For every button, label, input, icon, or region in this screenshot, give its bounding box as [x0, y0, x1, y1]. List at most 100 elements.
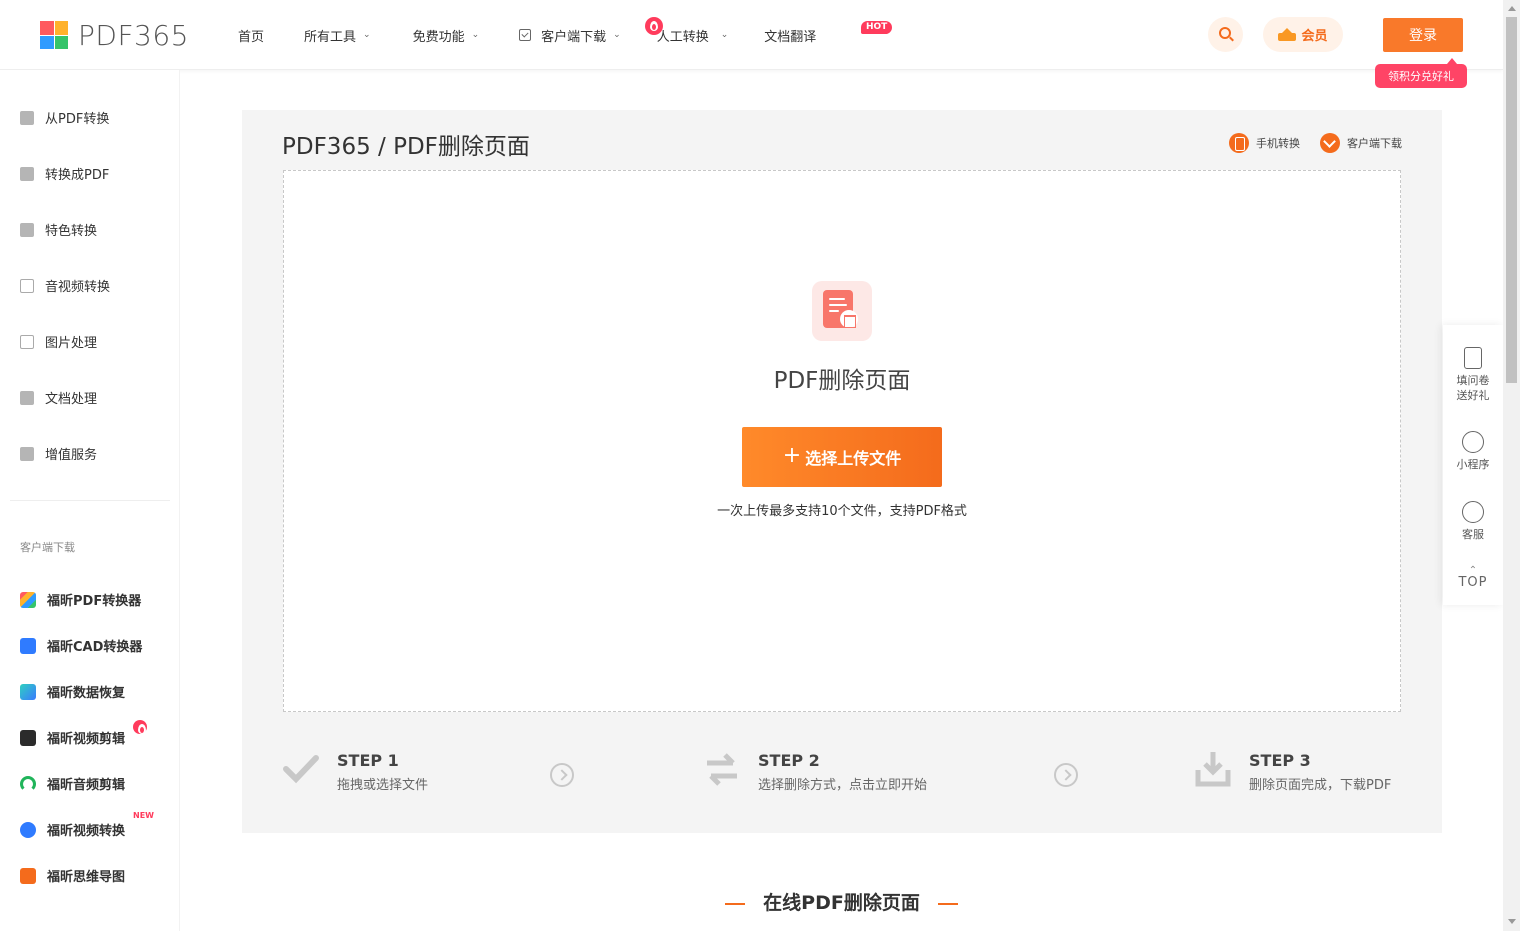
download-icon	[519, 29, 532, 41]
image-icon	[20, 334, 34, 349]
pdf-delete-page-icon	[812, 281, 872, 341]
survey-button[interactable]: 填问卷 送好礼	[1443, 347, 1503, 403]
main-nav: 首页 所有工具 ⌄ 免费功能 ⌄ 客户端下载 ⌄ 人工转换 ⌄ 文档翻译	[238, 0, 816, 70]
login-button[interactable]: 登录	[1383, 18, 1463, 52]
back-to-top-button[interactable]: ⌃ TOP	[1443, 566, 1503, 591]
scroll-up-arrow-icon[interactable]	[1508, 6, 1516, 11]
file-convert-icon	[20, 166, 34, 181]
hot-badge: HOT	[861, 21, 893, 34]
plus-icon: +	[782, 443, 802, 468]
sidebar-item-value-added[interactable]: 增值服务	[20, 444, 97, 463]
app-label: 福昕数据恢复	[47, 686, 126, 701]
nav-manual-convert[interactable]: 人工转换 ⌄	[657, 26, 729, 45]
download-tray-icon	[1194, 750, 1232, 788]
nav-doc-translate-label: 文档翻译	[764, 29, 817, 45]
section-title: 在线PDF删除页面	[0, 888, 1520, 915]
logo-mark-icon	[40, 21, 68, 49]
sidebar-item-image[interactable]: 图片处理	[20, 332, 97, 351]
download-icon	[1320, 133, 1340, 153]
chevron-down-icon: ⌄	[613, 30, 621, 40]
scroll-down-arrow-icon[interactable]	[1508, 919, 1516, 924]
app-pdf-converter[interactable]: 福昕PDF转换器	[20, 590, 141, 609]
step-desc: 选择删除方式，点击立即开始	[758, 778, 928, 793]
miniapp-button[interactable]: 小程序	[1443, 431, 1503, 472]
video-editor-icon	[20, 729, 36, 746]
miniapp-icon	[1462, 431, 1484, 453]
document-icon	[20, 390, 34, 405]
nav-all-tools-label: 所有工具	[304, 29, 357, 45]
sidebar-item-label: 增值服务	[45, 448, 98, 463]
nav-client-download[interactable]: 客户端下载 ⌄	[519, 26, 621, 45]
sidebar-item-label: 转换成PDF	[45, 168, 110, 183]
arrow-right-icon	[550, 763, 574, 787]
app-label: 福昕CAD转换器	[47, 640, 143, 655]
sidebar-download-caption: 客户端下载	[20, 541, 75, 554]
hot-flame-icon	[133, 720, 147, 734]
list-icon	[20, 446, 34, 461]
crown-icon	[1278, 28, 1297, 41]
app-label: 福昕PDF转换器	[47, 594, 142, 609]
chevron-down-icon: ⌄	[720, 30, 729, 40]
sidebar-item-label: 文档处理	[45, 392, 98, 407]
new-badge: NEW	[133, 811, 154, 820]
cad-converter-icon	[20, 637, 36, 654]
app-video-editor[interactable]: 福昕视频剪辑	[20, 728, 125, 747]
sidebar-item-featured[interactable]: 特色转换	[20, 220, 97, 239]
app-cad-converter[interactable]: 福昕CAD转换器	[20, 636, 142, 655]
logo[interactable]: PDF365	[40, 18, 189, 52]
nav-doc-translate[interactable]: 文档翻译	[764, 26, 816, 45]
nav-home-label: 首页	[238, 29, 265, 45]
survey-icon	[1464, 347, 1482, 369]
data-recovery-icon	[20, 683, 36, 700]
customer-service-button[interactable]: 客服	[1443, 501, 1503, 542]
upload-dropzone[interactable]: PDF删除页面 + 选择上传文件 一次上传最多支持10个文件，支持PDF格式	[283, 170, 1401, 712]
login-promo-tooltip[interactable]: 领积分兑好礼	[1375, 58, 1467, 88]
sidebar-item-audio-video[interactable]: 音视频转换	[20, 276, 110, 295]
chevron-down-icon: ⌄	[471, 30, 480, 40]
top-label: TOP	[1458, 575, 1488, 590]
upload-button-label: 选择上传文件	[805, 449, 902, 468]
app-video-converter[interactable]: 福昕视频转换	[20, 820, 125, 839]
file-convert-icon	[20, 110, 34, 125]
scroll-thumb[interactable]	[1506, 17, 1517, 383]
nav-client-download-label: 客户端下载	[541, 29, 607, 45]
nav-free-features[interactable]: 免费功能 ⌄	[413, 26, 480, 45]
logo-text: PDF365	[78, 18, 189, 52]
sidebar: 从PDF转换 转换成PDF 特色转换 音视频转换 图片处理 文档处理 增值服务 …	[0, 70, 180, 931]
arrow-right-icon	[1054, 763, 1078, 787]
upload-hint: 一次上传最多支持10个文件，支持PDF格式	[717, 504, 967, 519]
vip-label: 会员	[1301, 29, 1328, 44]
select-upload-file-button[interactable]: + 选择上传文件	[742, 427, 942, 487]
floating-toolbar: 填问卷 送好礼 小程序 客服 ⌃ TOP	[1443, 325, 1503, 605]
audio-editor-icon	[20, 775, 36, 792]
sidebar-item-to-pdf[interactable]: 转换成PDF	[20, 164, 109, 183]
pdf-converter-icon	[20, 591, 36, 608]
app-data-recovery[interactable]: 福昕数据恢复	[20, 682, 125, 701]
mobile-convert-link[interactable]: 手机转换	[1256, 135, 1300, 151]
nav-home[interactable]: 首页	[238, 26, 264, 45]
mindmap-icon	[20, 867, 36, 884]
mobile-icon	[1229, 133, 1249, 153]
step-3: STEP 3 删除页面完成，下载PDF	[1194, 750, 1391, 793]
nav-free-features-label: 免费功能	[412, 29, 465, 45]
page-title: PDF365 / PDF删除页面	[282, 134, 530, 160]
main-panel: PDF365 / PDF删除页面 手机转换 客户端下载 PDF删除页面 + 选择…	[242, 110, 1442, 833]
client-download-link[interactable]: 客户端下载	[1347, 135, 1402, 151]
sidebar-item-document[interactable]: 文档处理	[20, 388, 97, 407]
step-title: STEP 2	[758, 751, 820, 770]
app-label: 福昕音频剪辑	[47, 778, 126, 793]
nav-all-tools[interactable]: 所有工具 ⌄	[304, 26, 371, 45]
title-dash	[725, 902, 746, 905]
app-audio-editor[interactable]: 福昕音频剪辑	[20, 774, 125, 793]
sidebar-item-label: 从PDF转换	[45, 112, 110, 127]
app-mindmap[interactable]: 福昕思维导图	[20, 866, 125, 885]
customer-service-label: 客服	[1462, 528, 1484, 541]
title-dash	[937, 902, 958, 905]
sidebar-item-label: 图片处理	[45, 336, 98, 351]
vip-button[interactable]: 会员	[1263, 17, 1343, 52]
hot-flame-icon	[645, 17, 663, 35]
search-button[interactable]	[1208, 17, 1243, 52]
app-label: 福昕思维导图	[47, 870, 126, 885]
page-scrollbar[interactable]	[1503, 0, 1520, 931]
sidebar-item-from-pdf[interactable]: 从PDF转换	[20, 108, 109, 127]
